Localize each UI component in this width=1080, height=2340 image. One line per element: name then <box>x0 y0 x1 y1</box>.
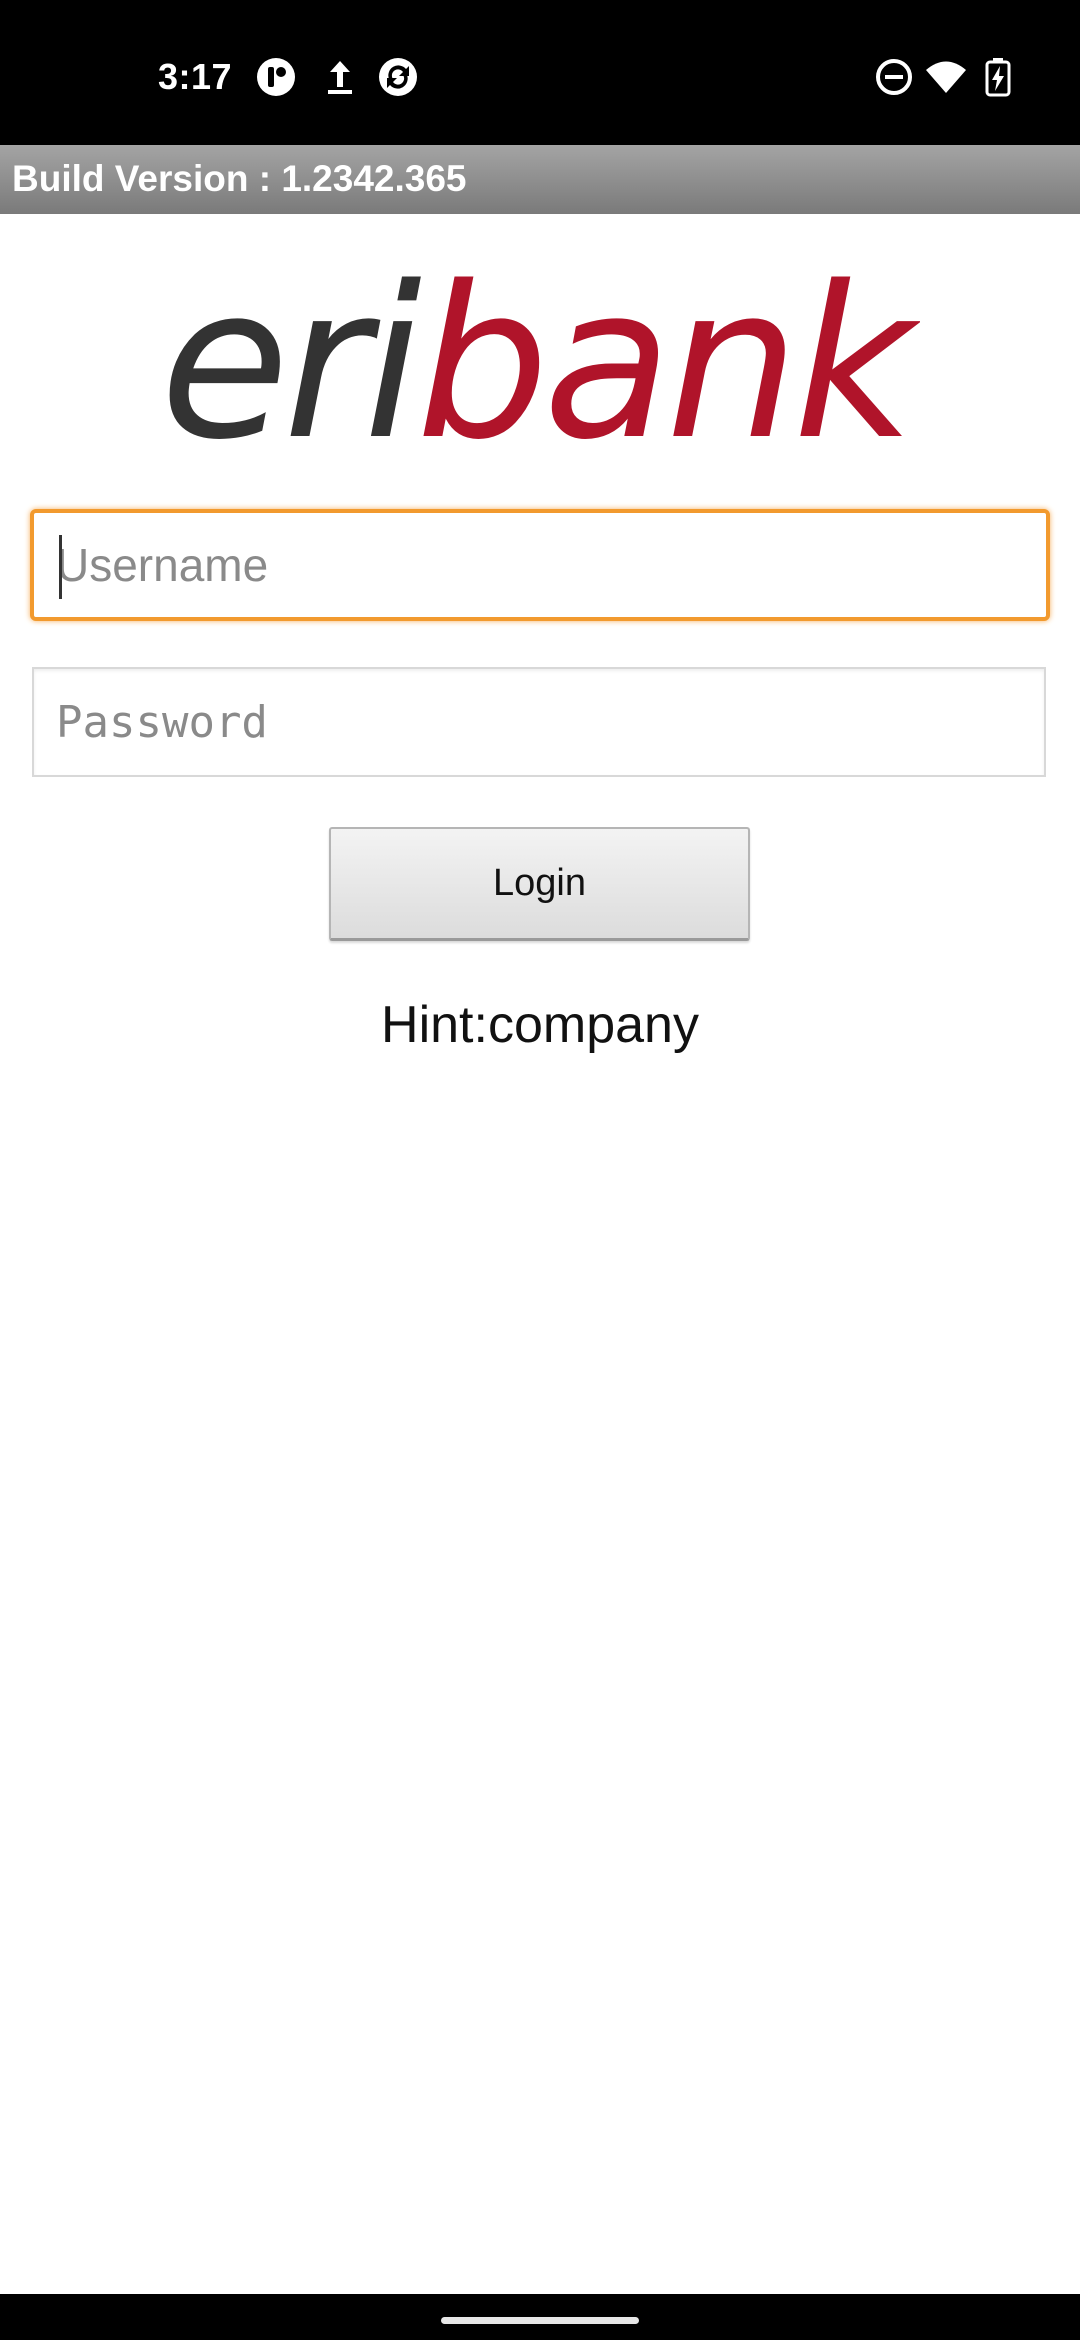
home-gesture-handle[interactable] <box>441 2317 639 2324</box>
logo-text-eri: eri <box>160 246 422 456</box>
status-time: 3:17 <box>158 56 233 97</box>
login-button[interactable]: Login <box>329 827 750 941</box>
wifi-icon <box>926 61 966 93</box>
status-bar: 3:17 <box>0 0 1080 145</box>
build-version-bar: Build Version : 1.2342.365 <box>0 145 1080 214</box>
login-screen: 3:17 Build Version : 1.2342.365 eribank … <box>0 0 1080 2340</box>
logo-text-bank: bank <box>416 246 920 456</box>
password-input[interactable] <box>56 669 1016 775</box>
hint-text: Hint:company <box>381 996 699 1054</box>
battery-charging-icon <box>985 58 1011 97</box>
upload-icon <box>328 61 352 94</box>
text-cursor <box>59 535 62 599</box>
navigation-bar <box>0 2294 1080 2340</box>
svg-text:eribank: eribank <box>160 246 920 456</box>
app-sync-icon <box>379 58 417 96</box>
username-field[interactable] <box>30 509 1050 621</box>
build-version-label: Build Version : 1.2342.365 <box>12 158 467 199</box>
app-notification-icon <box>257 58 295 96</box>
password-field[interactable] <box>32 667 1046 777</box>
do-not-disturb-icon <box>876 59 912 95</box>
username-input[interactable] <box>56 513 1016 617</box>
eribank-logo: eribank <box>160 246 920 456</box>
